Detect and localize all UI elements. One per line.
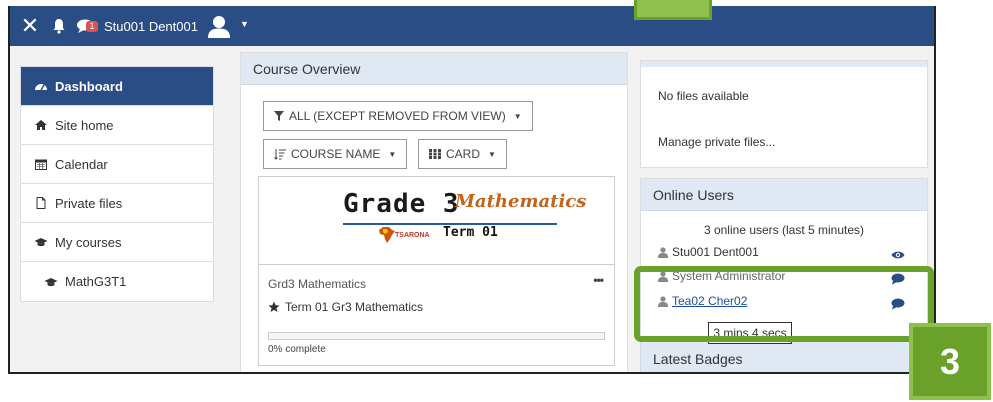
star-icon — [268, 301, 280, 312]
progress-label: 0% complete — [268, 344, 326, 355]
file-icon — [36, 197, 46, 209]
course-full-name-label: Term 01 Gr3 Mathematics — [285, 300, 424, 314]
home-icon — [35, 120, 47, 130]
sidebar-item-calendar[interactable]: Calendar — [21, 145, 213, 184]
sort-label: COURSE NAME — [291, 147, 381, 161]
online-user-item[interactable]: Stu001 Dent001 — [658, 245, 759, 259]
sidebar-item-label: Site home — [55, 117, 114, 133]
tutorial-step-badge: 3 — [909, 323, 991, 400]
top-navbar: ✕ 1 Stu001 Dent001 ▼ — [10, 6, 934, 46]
grid-icon — [429, 149, 441, 159]
filter-label: ALL (EXCEPT REMOVED FROM VIEW) — [289, 109, 506, 123]
sort-dropdown[interactable]: COURSE NAME ▼ — [263, 139, 408, 169]
progress-bar — [268, 332, 605, 340]
view-dropdown[interactable]: CARD ▼ — [418, 139, 507, 169]
course-image-brand: TSARONA — [395, 232, 430, 239]
sidebar-item-label: Calendar — [55, 156, 108, 172]
africa-logo-icon — [379, 227, 395, 243]
sort-icon — [274, 149, 286, 160]
tutorial-highlight-box — [634, 266, 934, 342]
chevron-down-icon: ▼ — [488, 149, 496, 159]
course-short-name: Grd3 Mathematics — [268, 277, 367, 291]
course-image-term: Term 01 — [443, 225, 498, 240]
sidebar-item-my-courses[interactable]: My courses — [21, 223, 213, 262]
user-icon — [658, 246, 668, 258]
user-name[interactable]: Stu001 Dent001 — [104, 19, 198, 34]
filter-dropdown[interactable]: ALL (EXCEPT REMOVED FROM VIEW) ▼ — [263, 101, 533, 131]
course-overview-title: Course Overview — [241, 53, 627, 85]
sidebar-item-private-files[interactable]: Private files — [21, 184, 213, 223]
sidebar-item-label: Private files — [55, 195, 123, 211]
sidebar-item-label: MathG3T1 — [65, 274, 127, 289]
sidebar-item-dashboard[interactable]: Dashboard — [21, 67, 213, 106]
private-files-block: No files available Manage private files.… — [640, 60, 928, 168]
course-full-name[interactable]: Term 01 Gr3 Mathematics — [268, 300, 423, 314]
course-actions-menu[interactable]: ••• — [593, 273, 604, 287]
course-image-subject: Mathematics — [455, 191, 587, 212]
chevron-down-icon: ▼ — [388, 149, 397, 159]
sidebar-item-label: My courses — [55, 234, 122, 250]
filter-icon — [274, 111, 284, 121]
online-user-name: Stu001 Dent001 — [672, 245, 759, 259]
online-users-title: Online Users — [641, 179, 927, 211]
course-card-image[interactable]: Grade 3 Mathematics TSARONA Term 01 — [258, 176, 615, 264]
bell-icon[interactable] — [52, 18, 66, 34]
calendar-icon — [35, 159, 47, 170]
close-icon[interactable]: ✕ — [20, 15, 40, 37]
course-card-body: Grd3 Mathematics ••• Term 01 Gr3 Mathema… — [258, 264, 615, 366]
graduation-cap-icon — [44, 277, 58, 286]
course-overview-block: Course Overview ALL (EXCEPT REMOVED FROM… — [240, 52, 628, 372]
graduation-cap-icon — [34, 238, 48, 247]
private-files-header — [641, 61, 927, 67]
sidebar-item-site-home[interactable]: Site home — [21, 106, 213, 145]
online-users-count: 3 online users (last 5 minutes) — [703, 223, 865, 237]
sidebar-item-mathg3t1[interactable]: MathG3T1 — [21, 262, 213, 301]
dashboard-icon — [35, 84, 47, 91]
chevron-down-icon: ▼ — [513, 111, 522, 121]
tutorial-marker-top — [634, 0, 712, 20]
no-files-text: No files available — [658, 89, 749, 103]
avatar[interactable] — [205, 12, 233, 40]
sidebar-nav: Dashboard Site home Calendar Private fil… — [20, 66, 214, 302]
view-label: CARD — [446, 147, 481, 161]
course-image-title: Grade 3 — [343, 189, 460, 219]
eye-icon[interactable] — [891, 249, 905, 261]
manage-private-files-link[interactable]: Manage private files... — [658, 135, 775, 149]
user-menu-caret-icon[interactable]: ▼ — [240, 19, 249, 29]
sidebar-item-label: Dashboard — [55, 78, 123, 94]
message-count-badge: 1 — [86, 21, 98, 32]
